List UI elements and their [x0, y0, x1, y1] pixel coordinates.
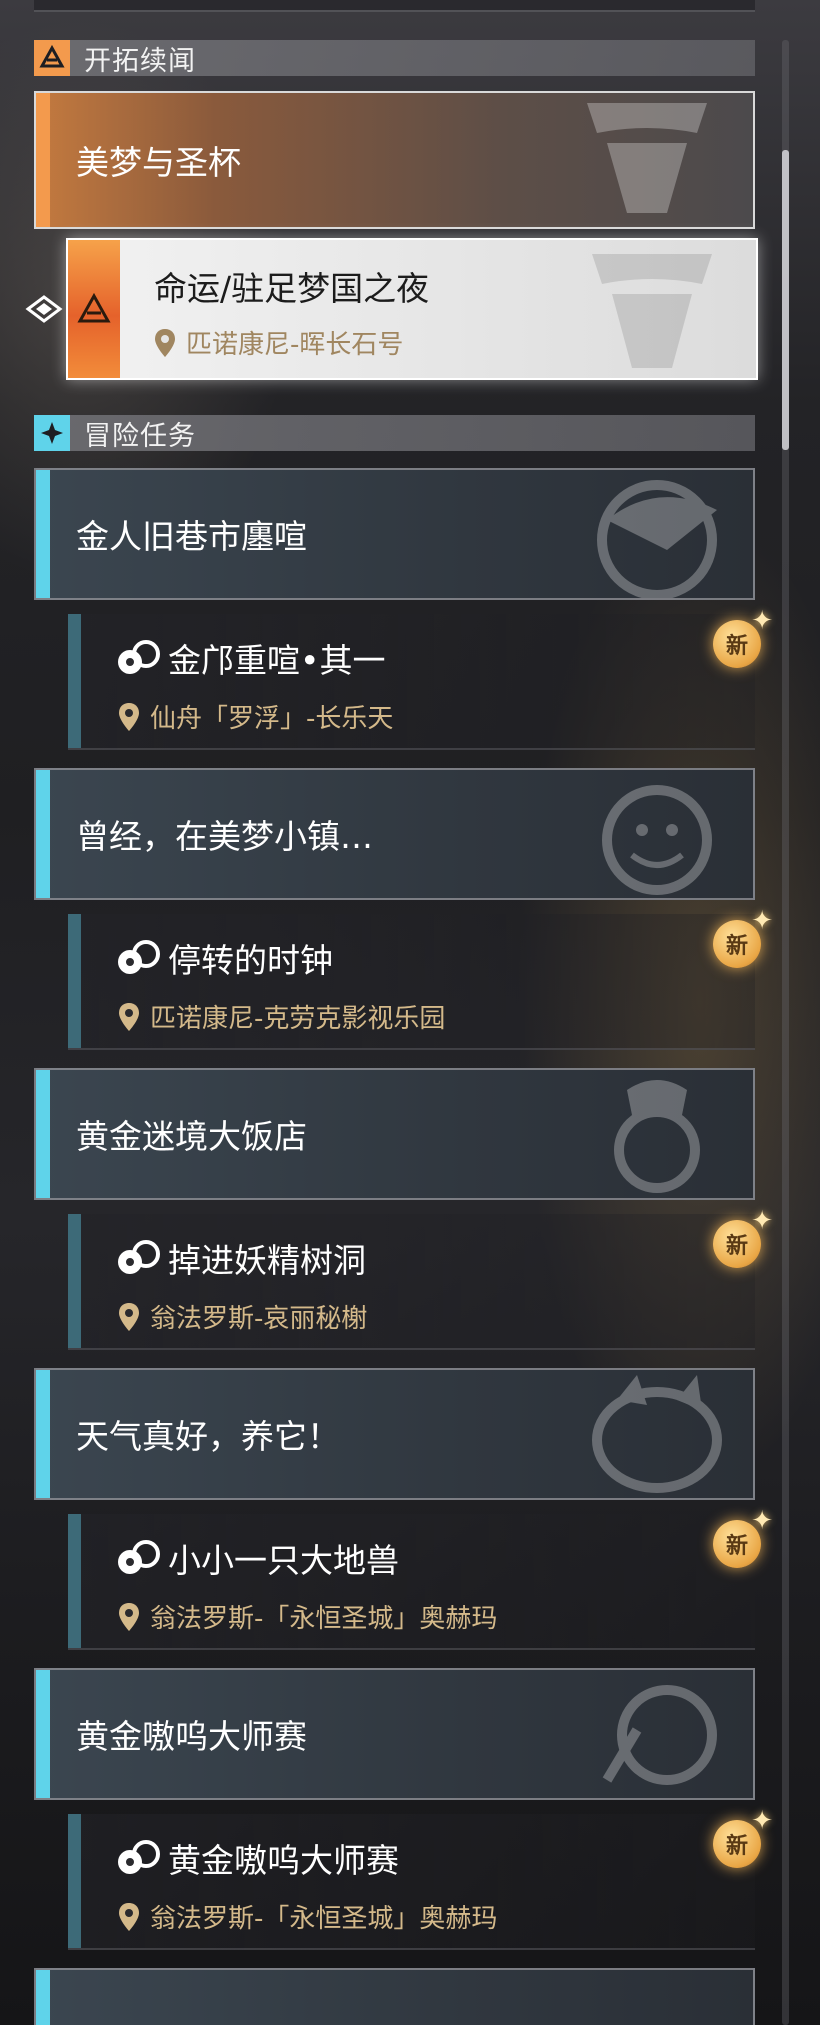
section-header-story: 开拓续闻	[34, 40, 755, 77]
new-badge: 新 ✦	[707, 1806, 773, 1874]
quest-group[interactable]: 天气真好，养它！	[34, 1368, 755, 1500]
adventure-quest-icon	[118, 940, 160, 974]
new-badge: 新 ✦	[707, 906, 773, 974]
quest-group-story[interactable]: 美梦与圣杯	[34, 91, 755, 229]
quest-group[interactable]: 曾经，在美梦小镇…	[34, 768, 755, 900]
quest-location: 匹诺康尼-晖长石号	[154, 324, 403, 361]
sparkle-icon: ✦	[751, 1806, 773, 1836]
new-badge: 新 ✦	[707, 1206, 773, 1274]
scrollbar-thumb[interactable]	[782, 150, 789, 450]
quest-title: 金邝重喧•其一	[168, 641, 386, 680]
quest-title: 掉进妖精树洞	[168, 1241, 366, 1280]
dream-emblem-icon	[592, 254, 712, 368]
trailblaze-quest-thumb-icon	[68, 240, 120, 378]
location-text: 匹诺康尼-晖长石号	[186, 330, 404, 360]
quest-location: 翁法罗斯-「永恒圣城」奥赫玛	[118, 1898, 497, 1935]
location-pin-icon	[119, 1302, 139, 1331]
mascot-emblem-icon	[602, 1685, 717, 1785]
quest-item-selected[interactable]: 命运/驻足梦国之夜 匹诺康尼-晖长石号	[66, 238, 758, 380]
quest-location: 仙舟「罗浮」-长乐天	[118, 698, 393, 735]
chef-emblem-icon	[614, 1080, 700, 1193]
location-pin-icon	[155, 328, 175, 357]
group-title: 天气真好，养它！	[76, 1417, 340, 1456]
quest-accent-bar	[68, 1514, 81, 1648]
location-pin-icon	[119, 1002, 139, 1031]
quest-accent-bar	[68, 614, 81, 748]
location-pin-icon	[119, 702, 139, 731]
adventure-quest-icon	[118, 1240, 160, 1274]
quest-location: 匹诺康尼-克劳克影视乐园	[118, 998, 445, 1035]
section-header-adventure: 冒险任务	[34, 415, 755, 452]
selection-pointer-icon	[24, 289, 64, 329]
top-divider	[34, 0, 755, 12]
quest-item[interactable]: 停转的时钟 匹诺康尼-克劳克影视乐园	[68, 914, 755, 1050]
quest-title: 命运/驻足梦国之夜	[154, 269, 430, 308]
group-accent-bar	[36, 1970, 50, 2025]
new-badge-label: 新	[725, 1834, 748, 1859]
trailblaze-icon	[34, 40, 70, 76]
group-title: 美梦与圣杯	[76, 143, 241, 182]
dream-emblem-icon	[587, 103, 707, 213]
quest-title: 黄金嗷呜大师赛	[168, 1841, 399, 1880]
quest-item[interactable]: 掉进妖精树洞 翁法罗斯-哀丽秘榭	[68, 1214, 755, 1350]
quest-group-partial[interactable]	[34, 1968, 755, 2025]
sparkle-icon: ✦	[751, 1206, 773, 1236]
new-badge-label: 新	[725, 634, 748, 659]
quest-item[interactable]: 黄金嗷呜大师赛 翁法罗斯-「永恒圣城」奥赫玛	[68, 1814, 755, 1950]
group-title: 黄金迷境大饭店	[76, 1117, 307, 1156]
new-badge-label: 新	[725, 934, 748, 959]
quest-location: 翁法罗斯-「永恒圣城」奥赫玛	[118, 1598, 497, 1635]
adventure-quest-icon	[118, 1840, 160, 1874]
adventure-quest-icon	[118, 1540, 160, 1574]
group-accent-bar	[36, 93, 50, 227]
group-title: 黄金嗷呜大师赛	[76, 1717, 307, 1756]
location-text: 匹诺康尼-克劳克影视乐园	[150, 1004, 446, 1034]
quest-group[interactable]: 黄金迷境大饭店	[34, 1068, 755, 1200]
quest-title: 停转的时钟	[168, 941, 333, 980]
new-badge: 新 ✦	[707, 1506, 773, 1574]
new-badge-label: 新	[725, 1534, 748, 1559]
group-accent-bar	[36, 1670, 50, 1798]
group-accent-bar	[36, 1070, 50, 1198]
quest-accent-bar	[68, 1214, 81, 1348]
creature-emblem-icon	[592, 1375, 722, 1493]
sparkle-icon: ✦	[751, 906, 773, 936]
quest-title: 小小一只大地兽	[168, 1541, 399, 1580]
section-title-story: 开拓续闻	[84, 45, 196, 77]
location-text: 翁法罗斯-「永恒圣城」奥赫玛	[150, 1904, 498, 1934]
sparkle-icon: ✦	[751, 1506, 773, 1536]
new-badge-label: 新	[725, 1234, 748, 1259]
sparkle-icon: ✦	[751, 606, 773, 636]
bird-emblem-icon	[597, 480, 717, 598]
quest-item[interactable]: 金邝重喧•其一 仙舟「罗浮」-长乐天	[68, 614, 755, 750]
group-title: 金人旧巷市廛喧	[76, 517, 307, 556]
quest-group[interactable]: 金人旧巷市廛喧	[34, 468, 755, 600]
location-text: 翁法罗斯-「永恒圣城」奥赫玛	[150, 1604, 498, 1634]
group-accent-bar	[36, 770, 50, 898]
smiley-emblem-icon	[602, 785, 712, 895]
location-pin-icon	[119, 1902, 139, 1931]
adventure-quest-icon	[118, 640, 160, 674]
section-title-adventure: 冒险任务	[84, 420, 196, 452]
location-pin-icon	[119, 1602, 139, 1631]
group-title: 曾经，在美梦小镇…	[76, 817, 373, 856]
new-badge: 新 ✦	[707, 606, 773, 674]
quest-location: 翁法罗斯-哀丽秘榭	[118, 1298, 367, 1335]
quest-group[interactable]: 黄金嗷呜大师赛	[34, 1668, 755, 1800]
star-diamond-icon	[34, 415, 70, 451]
group-accent-bar	[36, 1370, 50, 1498]
quest-accent-bar	[68, 914, 81, 1048]
quest-item[interactable]: 小小一只大地兽 翁法罗斯-「永恒圣城」奥赫玛	[68, 1514, 755, 1650]
location-text: 仙舟「罗浮」-长乐天	[150, 704, 394, 734]
group-accent-bar	[36, 470, 50, 598]
location-text: 翁法罗斯-哀丽秘榭	[150, 1304, 368, 1334]
quest-accent-bar	[68, 1814, 81, 1948]
